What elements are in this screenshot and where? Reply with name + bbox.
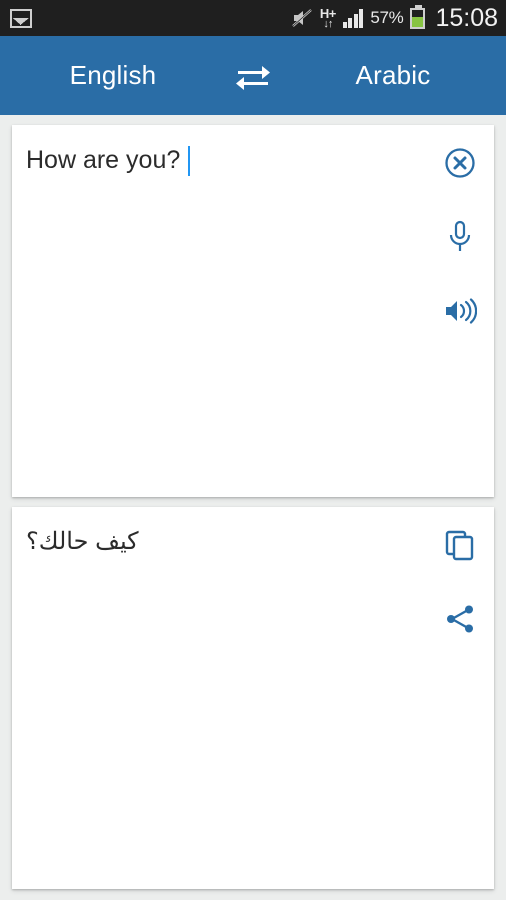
mute-icon — [291, 8, 313, 28]
source-text-card[interactable]: How are you? — [12, 125, 494, 497]
translated-text-value: كيف حالك؟ — [26, 528, 139, 555]
source-text-value: How are you? — [26, 146, 181, 174]
copy-button[interactable] — [438, 523, 482, 567]
microphone-button[interactable] — [438, 215, 482, 259]
status-bar-notifications — [10, 8, 32, 28]
translated-text-card[interactable]: كيف حالك؟ — [12, 507, 494, 889]
source-actions — [434, 141, 486, 333]
text-caret — [188, 146, 191, 176]
share-button[interactable] — [438, 597, 482, 641]
language-header: English Arabic — [0, 36, 506, 115]
source-text-field[interactable]: How are you? — [26, 145, 428, 176]
microphone-icon — [445, 220, 475, 254]
copy-icon — [444, 529, 476, 561]
translated-text-field: كيف حالك؟ — [26, 527, 428, 557]
status-bar: H+ ↓↑ 57% 15:08 — [0, 0, 506, 36]
clock-label: 15:08 — [435, 3, 498, 32]
battery-percent-label: 57% — [370, 8, 404, 27]
hplus-network-icon: H+ ↓↑ — [320, 7, 336, 30]
swap-languages-button[interactable] — [218, 61, 288, 91]
photo-icon — [10, 8, 32, 28]
source-language-button[interactable]: English — [8, 60, 218, 91]
close-circle-icon — [444, 147, 476, 179]
signal-icon — [342, 8, 364, 28]
battery-icon — [410, 4, 426, 29]
clear-button[interactable] — [438, 141, 482, 185]
status-bar-system-icons: H+ ↓↑ 57% 15:08 — [291, 3, 498, 32]
target-language-button[interactable]: Arabic — [288, 60, 498, 91]
translation-area: How are you? كيف حالك؟ — [0, 115, 506, 889]
translation-actions — [434, 523, 486, 641]
speaker-icon — [443, 296, 477, 326]
share-icon — [444, 603, 476, 635]
swap-horizontal-icon — [234, 61, 272, 91]
speak-button[interactable] — [438, 289, 482, 333]
network-activity-arrows: ↓↑ — [323, 17, 333, 30]
